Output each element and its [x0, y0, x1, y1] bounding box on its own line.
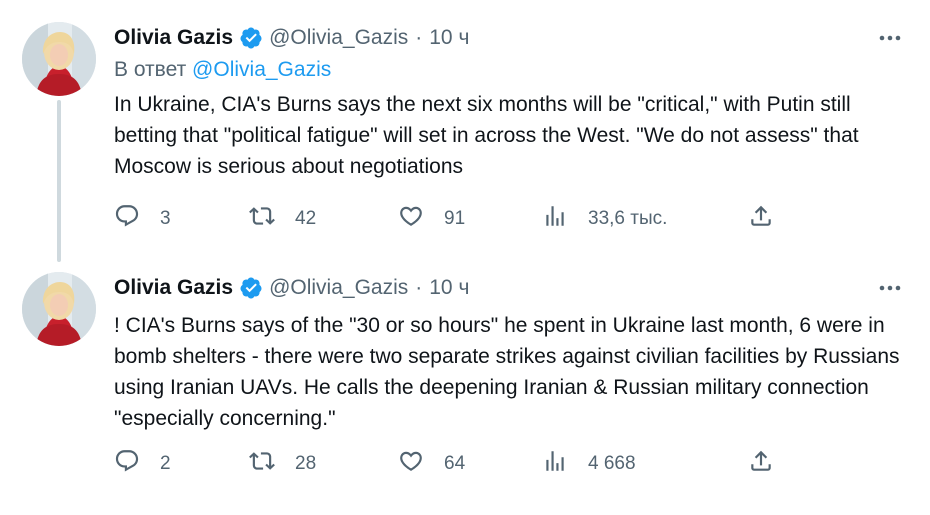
reply-bubble-icon [114, 203, 140, 235]
tweet-header: Olivia Gazis @Olivia_Gazis · 10 ч [114, 272, 469, 304]
header-separator: · [415, 26, 423, 49]
reply-bubble-icon [114, 448, 140, 480]
tweet-actions: 2 28 64 4 668 [114, 447, 794, 481]
share-button[interactable] [748, 447, 774, 481]
reply-button[interactable]: 2 [114, 447, 171, 481]
verified-badge-icon [239, 26, 263, 50]
reply-prefix: В ответ [114, 58, 187, 81]
views-bars-icon [542, 203, 568, 235]
tweet[interactable]: Olivia Gazis @Olivia_Gazis · 10 ч ! CIA'… [0, 262, 930, 515]
header-separator: · [415, 276, 423, 299]
author-handle[interactable]: @Olivia_Gazis [269, 26, 408, 50]
reply-mention-link[interactable]: @Olivia_Gazis [192, 58, 331, 81]
tweet-timestamp[interactable]: 10 ч [429, 276, 469, 300]
retweet-icon [249, 448, 275, 480]
verified-badge-icon [239, 276, 263, 300]
retweet-button[interactable]: 28 [249, 447, 316, 481]
like-button[interactable]: 64 [398, 447, 465, 481]
author-name[interactable]: Olivia Gazis [114, 26, 233, 50]
thread-connector-line [57, 100, 61, 262]
author-name[interactable]: Olivia Gazis [114, 276, 233, 300]
heart-icon [398, 203, 424, 235]
tweet-text: In Ukraine, CIA's Burns says the next si… [114, 93, 859, 178]
avatar[interactable] [22, 22, 96, 96]
tweet[interactable]: Olivia Gazis @Olivia_Gazis · 10 ч В отве… [0, 0, 930, 262]
reply-context: В ответ @Olivia_Gazis [114, 58, 331, 82]
retweet-button[interactable]: 42 [249, 202, 316, 236]
heart-icon [398, 448, 424, 480]
like-count: 91 [444, 208, 466, 229]
like-count: 64 [444, 453, 466, 474]
views-count: 33,6 тыс. [588, 208, 668, 229]
share-button[interactable] [748, 202, 774, 236]
views-bars-icon [542, 448, 568, 480]
author-handle[interactable]: @Olivia_Gazis [269, 276, 408, 300]
avatar[interactable] [22, 272, 96, 346]
tweet-timestamp[interactable]: 10 ч [429, 26, 469, 50]
views-count: 4 668 [588, 453, 636, 474]
retweet-icon [249, 203, 275, 235]
tweet-header: Olivia Gazis @Olivia_Gazis · 10 ч [114, 22, 469, 54]
views-button[interactable]: 33,6 тыс. [542, 202, 667, 236]
share-icon [748, 448, 774, 480]
views-button[interactable]: 4 668 [542, 447, 636, 481]
reply-count: 3 [160, 208, 171, 229]
retweet-count: 42 [295, 208, 317, 229]
more-dots-icon[interactable] [876, 24, 904, 52]
share-icon [748, 203, 774, 235]
more-dots-icon[interactable] [876, 274, 904, 302]
reply-button[interactable]: 3 [114, 202, 171, 236]
tweet-text: ! CIA's Burns says of the "30 or so hour… [114, 314, 900, 430]
tweet-actions: 3 42 91 33,6 тыс. [114, 202, 794, 236]
retweet-count: 28 [295, 453, 317, 474]
reply-count: 2 [160, 453, 171, 474]
like-button[interactable]: 91 [398, 202, 465, 236]
